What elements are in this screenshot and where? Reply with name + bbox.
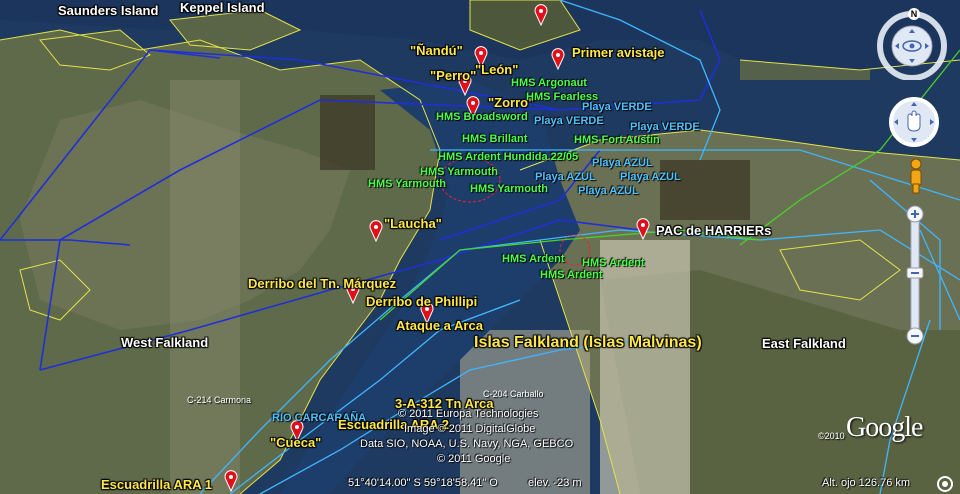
label-playa-azul-4: Playa AZUL: [578, 185, 639, 197]
label-hms-yarmouth-1: HMS Yarmouth: [420, 166, 499, 178]
zoom-in-icon[interactable]: [906, 205, 924, 223]
label-keppel-island: Keppel Island: [180, 0, 265, 15]
label-west-falkland: West Falkland: [121, 335, 209, 350]
label-hms-ardent-3: HMS Ardent: [540, 269, 603, 281]
label-saunders-island: Saunders Island: [58, 3, 159, 18]
label-hms-ardent-2: HMS Ardent: [582, 257, 645, 269]
label-derribo-phillipi: Derribo de Phillipi: [366, 294, 478, 309]
label-ataque-arca: Ataque a Arca: [396, 318, 483, 333]
streaming-indicator-icon: [937, 476, 953, 492]
label-playa-azul-3: Playa AZUL: [535, 171, 596, 183]
label-hms-brillant: HMS Brillant: [462, 133, 528, 145]
label-nandu: "Ñandú": [410, 43, 463, 58]
move-control[interactable]: [888, 96, 940, 148]
map-pin-icon[interactable]: [369, 220, 383, 242]
zoom-slider[interactable]: [904, 204, 926, 350]
compass-ring-icon[interactable]: [877, 10, 947, 81]
label-hms-fort-austin: HMS Fort Austin: [574, 134, 660, 146]
label-playa-verde-2: Playa VERDE: [534, 115, 604, 127]
credit-google: © 2011 Google: [437, 453, 511, 465]
label-playa-verde-1: Playa VERDE: [582, 101, 652, 113]
label-primer-avistaje: Primer avistaje: [572, 45, 665, 60]
street-view-pegman-icon[interactable]: [906, 158, 926, 194]
label-c214: C-214 Carmona: [187, 395, 252, 405]
label-hms-argonaut: HMS Argonaut: [511, 77, 587, 89]
label-east-falkland: East Falkland: [762, 336, 846, 351]
label-c204: C-204 Carballo: [483, 389, 544, 399]
label-derribo-marquez: Derribo del Tn. Márquez: [248, 276, 397, 291]
label-cueca: "Cueca": [270, 435, 322, 450]
status-elevation: elev. -23 m: [528, 477, 582, 489]
label-perro: "Perro": [430, 68, 477, 83]
label-playa-azul-1: Playa AZUL: [592, 157, 653, 169]
label-pac-harriers: PAC de HARRIERs: [656, 223, 772, 238]
label-hms-yarmouth-3: HMS Yarmouth: [470, 183, 549, 195]
label-hms-broadsword: HMS Broadsword: [436, 111, 528, 123]
label-playa-verde-3: Playa VERDE: [630, 121, 700, 133]
status-eye-altitude: Alt. ojo 126.76 km: [822, 477, 911, 489]
map-pin-icon[interactable]: [551, 48, 565, 70]
credit-europa: © 2011 Europa Technologies: [398, 408, 539, 420]
credit-year: ©2010: [818, 431, 845, 441]
look-around-control[interactable]: N: [877, 8, 947, 81]
map-view[interactable]: Saunders Island Keppel Island West Falkl…: [0, 0, 960, 494]
map-pin-icon[interactable]: [534, 4, 548, 26]
zoom-out-icon[interactable]: [906, 327, 924, 345]
status-coordinates: 51°40'14.00" S 59°18'58.41" O: [348, 477, 498, 489]
label-leon: "León": [475, 62, 519, 77]
hand-pan-icon[interactable]: [888, 96, 940, 148]
zoom-handle-icon[interactable]: [906, 267, 924, 279]
map-pin-icon[interactable]: [636, 218, 650, 240]
label-hms-ardent-hundida: HMS Ardent Hundida 22/05: [438, 151, 579, 163]
label-hms-yarmouth-2: HMS Yarmouth: [368, 178, 447, 190]
label-islas-falkland: Islas Falkland (Islas Malvinas): [474, 334, 702, 351]
credit-data-sources: Data SIO, NOAA, U.S. Navy, NGA, GEBCO: [360, 438, 574, 450]
label-playa-azul-2: Playa AZUL: [620, 171, 681, 183]
north-indicator[interactable]: N: [908, 8, 920, 20]
google-logo: Google: [846, 412, 923, 443]
status-bar: 51°40'14.00" S 59°18'58.41" O elev. -23 …: [0, 474, 960, 494]
credit-digitalglobe: Image © 2011 DigitalGlobe: [404, 423, 536, 435]
label-laucha: "Laucha": [384, 216, 442, 231]
label-hms-ardent-1: HMS Ardent: [502, 253, 565, 265]
